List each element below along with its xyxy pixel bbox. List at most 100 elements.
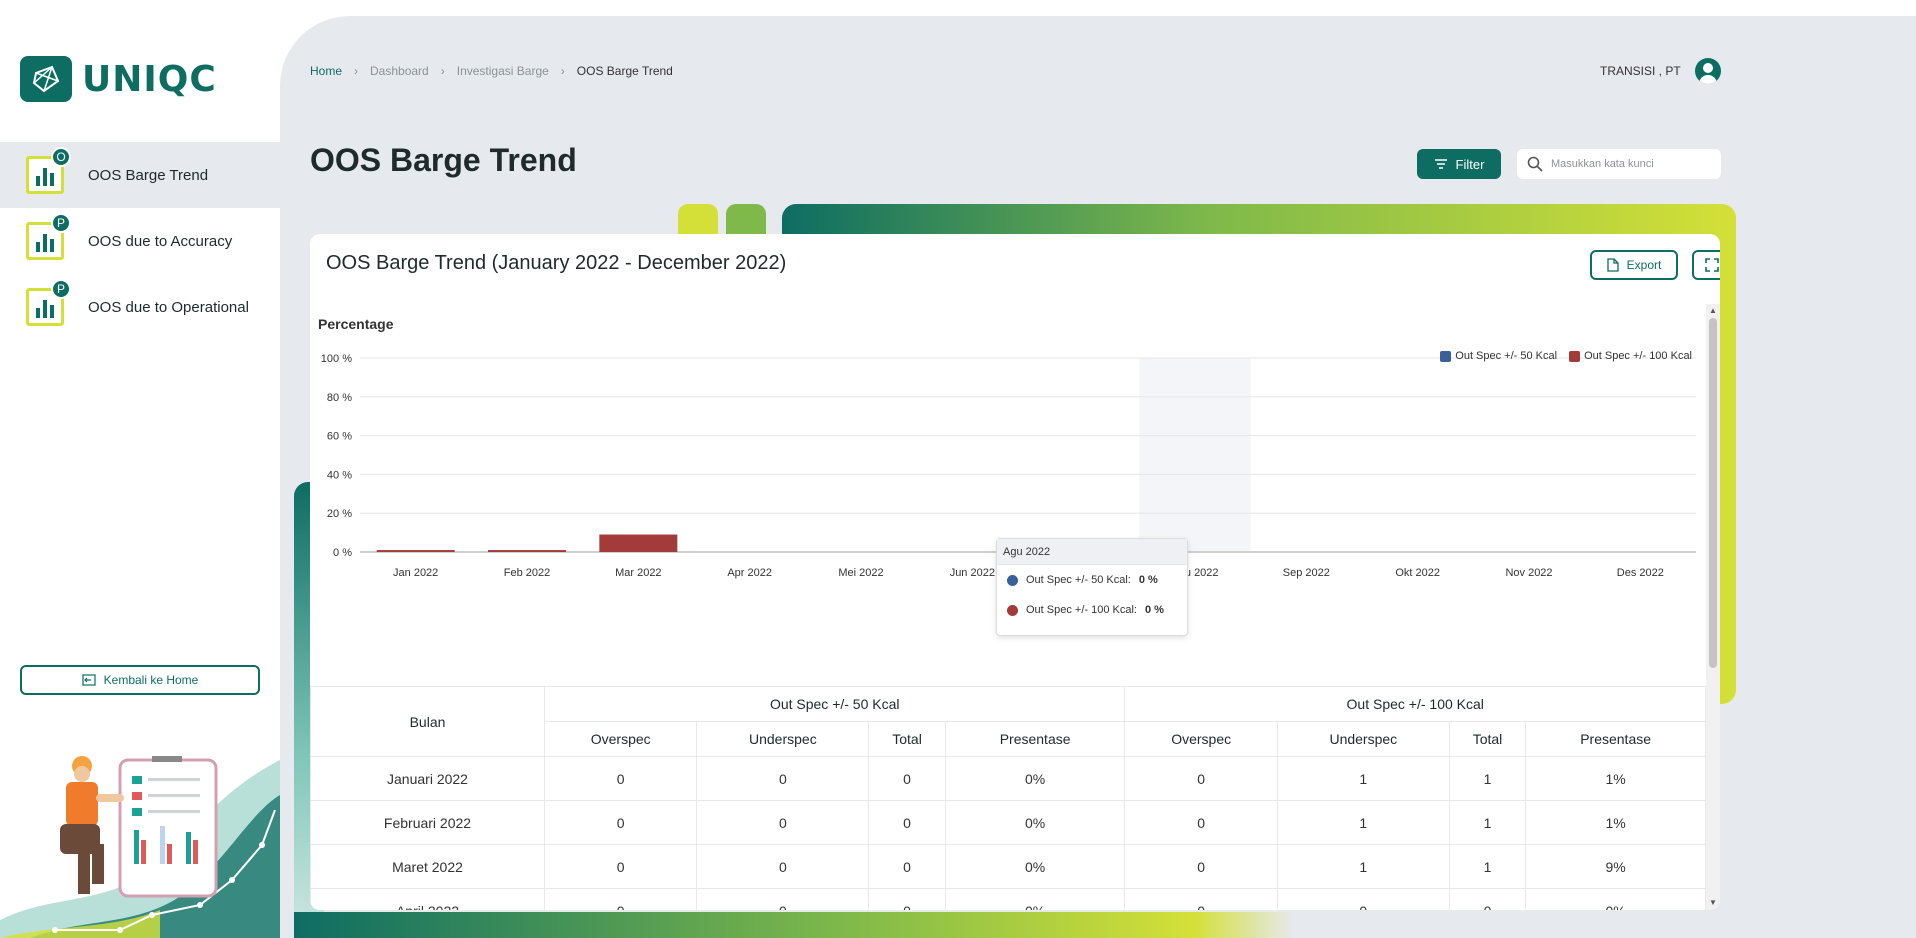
table-cell: 1 xyxy=(1276,756,1450,801)
breadcrumb-home[interactable]: Home xyxy=(310,64,342,78)
nav-badge: P xyxy=(51,213,71,233)
breadcrumb-dashboard[interactable]: Dashboard xyxy=(370,64,429,78)
nav-badge: O xyxy=(51,147,71,167)
chart-tooltip: Agu 2022 Out Spec +/- 50 Kcal: 0 % Out S… xyxy=(996,538,1188,636)
table-cell-month: Maret 2022 xyxy=(310,844,545,889)
chart-ylabel: Percentage xyxy=(318,316,394,332)
bar-chart-icon: P xyxy=(26,213,71,260)
tooltip-value: 0 % xyxy=(1138,574,1158,586)
search-box[interactable] xyxy=(1517,149,1721,179)
table-cell: 0 xyxy=(1124,800,1278,845)
sidebar-nav: O OOS Barge Trend P OOS due to Accuracy … xyxy=(0,142,280,340)
bar-chart: 100 % 80 % 60 % 40 % 20 % 0 % Jan 2022 Feb 2022… xyxy=(310,296,1706,696)
worker-illustration xyxy=(0,756,280,938)
table-cell: 0 xyxy=(868,800,946,845)
breadcrumb-investigasi[interactable]: Investigasi Barge xyxy=(457,64,549,78)
filter-button[interactable]: Filter xyxy=(1417,149,1501,179)
x-tick-label: Des 2022 xyxy=(1617,567,1664,579)
table-subheader: Overspec xyxy=(543,721,698,757)
table-cell: 1 xyxy=(1276,800,1450,845)
legend-item-100[interactable]: Out Spec +/- 100 Kcal xyxy=(1569,350,1692,362)
table-cell: 0% xyxy=(944,844,1126,889)
chevron-right-icon: › xyxy=(440,64,445,78)
y-tick-label: 80 % xyxy=(327,392,352,404)
table-subheader: Underspec xyxy=(696,721,870,757)
bar-chart-icon: O xyxy=(26,147,71,194)
fullscreen-button[interactable] xyxy=(1692,250,1720,280)
table-cell: 0% xyxy=(1525,888,1706,910)
search-input[interactable] xyxy=(1551,158,1711,170)
back-home-label: Kembali ke Home xyxy=(103,673,199,687)
x-tick-label: Nov 2022 xyxy=(1505,567,1552,579)
export-button[interactable]: Export xyxy=(1590,250,1678,280)
scroll-up-icon[interactable]: ▲ xyxy=(1709,306,1717,315)
y-tick-label: 60 % xyxy=(327,431,352,443)
table-row: Januari 2022 0 0 0 0% 0 1 1 1% xyxy=(310,756,1706,801)
scrollbar-thumb[interactable] xyxy=(1709,318,1717,668)
table-group-header: Out Spec +/- 100 Kcal xyxy=(1124,686,1706,722)
table-subheader: Presentase xyxy=(1525,721,1706,757)
tooltip-dot xyxy=(1007,574,1018,586)
scroll-down-icon[interactable]: ▼ xyxy=(1709,898,1717,907)
bar-chart-icon: P xyxy=(26,279,71,326)
sidebar-item-label: OOS due to Accuracy xyxy=(88,232,233,250)
tooltip-label: Out Spec +/- 100 Kcal: xyxy=(1026,604,1137,616)
brand-logo[interactable]: UNIQC xyxy=(20,56,217,102)
sidebar-item-oos-barge-trend[interactable]: O OOS Barge Trend xyxy=(0,142,280,208)
sidebar-item-label: OOS due to Operational xyxy=(88,298,249,316)
table-cell: 0 xyxy=(868,888,946,910)
table-cell: 0 xyxy=(696,844,870,889)
chevron-right-icon: › xyxy=(560,64,565,78)
table-cell: 0 xyxy=(1448,888,1527,910)
legend-swatch xyxy=(1569,350,1581,362)
expand-icon xyxy=(1705,258,1719,272)
x-tick-label: Mei 2022 xyxy=(838,567,883,579)
user-avatar-icon[interactable] xyxy=(1694,58,1721,84)
search-icon xyxy=(1527,156,1543,172)
legend-swatch xyxy=(1440,350,1452,362)
breadcrumb: Home › Dashboard › Investigasi Barge › O… xyxy=(310,64,673,78)
table-cell-month: Februari 2022 xyxy=(310,800,545,845)
table-cell: 1% xyxy=(1525,756,1706,801)
sidebar-item-oos-accuracy[interactable]: P OOS due to Accuracy xyxy=(0,208,280,274)
y-tick-label: 40 % xyxy=(327,469,352,481)
table-cell: 1 xyxy=(1448,756,1527,801)
table-cell: 0 xyxy=(868,756,946,801)
table-subheader: Underspec xyxy=(1276,721,1450,757)
page-title: OOS Barge Trend xyxy=(310,142,577,178)
table-cell: 0 xyxy=(543,844,698,889)
tooltip-title: Agu 2022 xyxy=(997,539,1187,565)
table-cell: 0 xyxy=(543,800,698,845)
main-area: Home › Dashboard › Investigasi Barge › O… xyxy=(280,16,1916,938)
tooltip-row: Out Spec +/- 100 Kcal: 0 % xyxy=(997,595,1187,625)
table-cell: 0% xyxy=(944,888,1126,910)
user-menu[interactable]: TRANSISI , PT xyxy=(1600,58,1721,84)
sidebar-item-label: OOS Barge Trend xyxy=(88,166,209,184)
y-tick-label: 20 % xyxy=(327,508,352,520)
table-cell: 0 xyxy=(696,756,870,801)
document-icon xyxy=(1607,258,1619,272)
export-label: Export xyxy=(1626,258,1662,272)
x-tick-label: Jun 2022 xyxy=(950,567,995,579)
table-cell: 9% xyxy=(1525,844,1706,889)
table-cell: 0 xyxy=(696,888,870,910)
back-home-button[interactable]: Kembali ke Home xyxy=(20,665,260,695)
trend-card: OOS Barge Trend (January 2022 - December… xyxy=(310,234,1720,910)
table-cell: 1% xyxy=(1525,800,1706,845)
filter-icon xyxy=(1434,159,1447,169)
tooltip-value: 0 % xyxy=(1144,604,1164,616)
table-cell: 1 xyxy=(1448,800,1527,845)
table-subheader: Overspec xyxy=(1124,721,1278,757)
table-cell: 0 xyxy=(868,844,946,889)
y-tick-label: 100 % xyxy=(321,353,352,365)
table-cell: 0% xyxy=(944,800,1126,845)
tooltip-dot xyxy=(1007,604,1018,616)
table-cell: 0% xyxy=(944,756,1126,801)
table-cell: 0 xyxy=(1124,756,1278,801)
x-tick-label: Apr 2022 xyxy=(727,567,772,579)
table-cell-month: Januari 2022 xyxy=(310,756,545,801)
sidebar-item-oos-operational[interactable]: P OOS due to Operational xyxy=(0,274,280,340)
x-tick-label: Feb 2022 xyxy=(504,567,550,579)
legend-item-50[interactable]: Out Spec +/- 50 Kcal xyxy=(1440,350,1557,362)
table-cell: 0 xyxy=(543,888,698,910)
